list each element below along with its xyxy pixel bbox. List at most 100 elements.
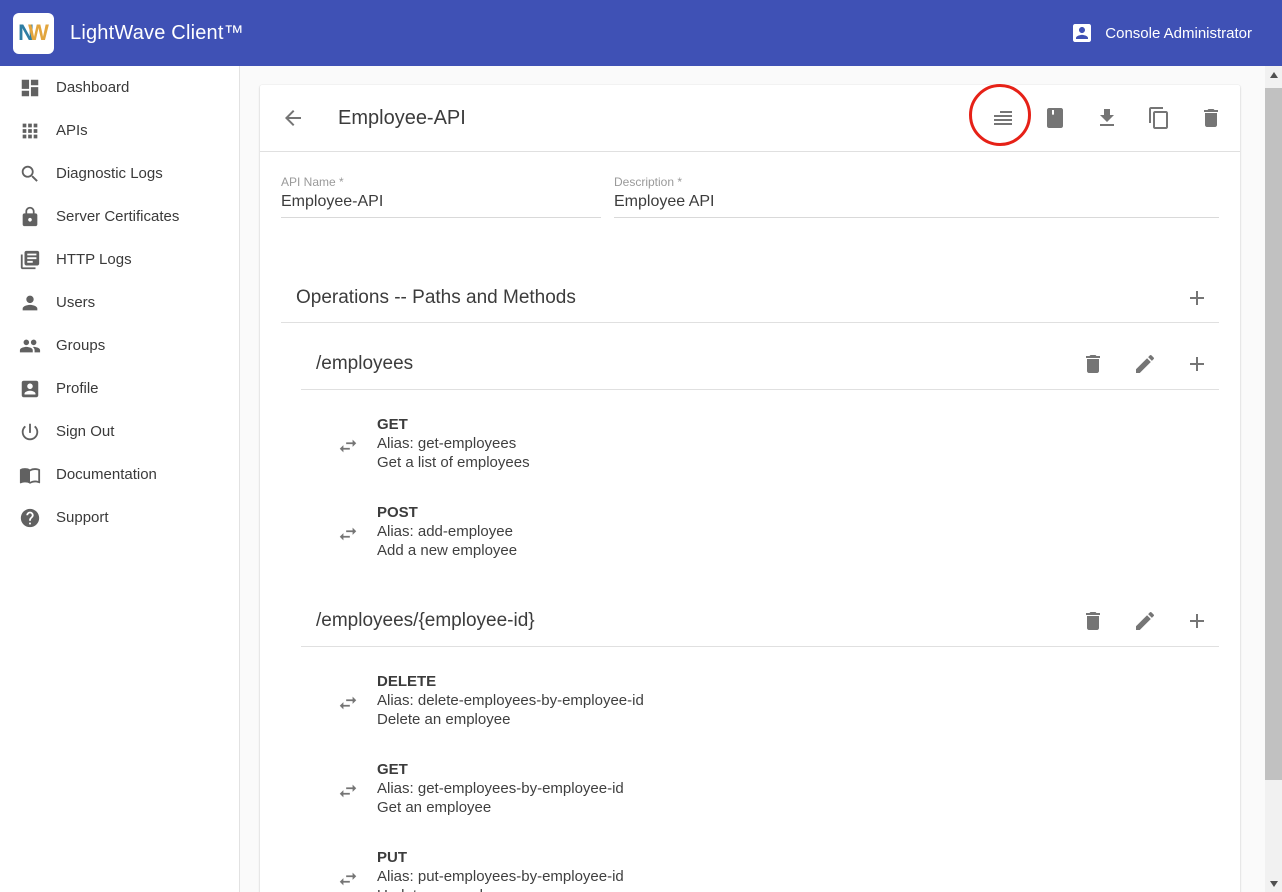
delete-icon (1081, 352, 1105, 376)
sidebar-item-http-logs[interactable]: HTTP Logs (0, 238, 239, 281)
sidebar-item-documentation[interactable]: Documentation (0, 453, 239, 496)
sidebar-item-label: Users (56, 294, 95, 311)
swap-horiz-icon (337, 523, 359, 545)
apps-icon (19, 120, 41, 142)
edit-path-button[interactable] (1133, 609, 1157, 633)
sidebar-item-profile[interactable]: Profile (0, 367, 239, 410)
sidebar-item-sign-out[interactable]: Sign Out (0, 410, 239, 453)
api-detail-card: Employee-API (260, 85, 1240, 892)
sidebar-item-server-certificates[interactable]: Server Certificates (0, 195, 239, 238)
sidebar-item-groups[interactable]: Groups (0, 324, 239, 367)
add-operation-button[interactable] (1185, 352, 1209, 376)
operation-description: Update an employee (377, 886, 624, 892)
api-name-input[interactable] (281, 189, 601, 218)
sidebar-item-label: Server Certificates (56, 208, 179, 225)
path-section: /employees GET Alias: ge (301, 339, 1219, 560)
download-button[interactable] (1095, 106, 1119, 130)
sidebar-item-diagnostic-logs[interactable]: Diagnostic Logs (0, 152, 239, 195)
operation-method: DELETE (377, 672, 644, 691)
operation-item[interactable]: PUT Alias: put-employees-by-employee-id … (301, 848, 1219, 892)
copy-icon (1147, 106, 1171, 130)
sidebar-item-label: Profile (56, 380, 99, 397)
path-section: /employees/{employee-id} DELETE (301, 596, 1219, 892)
sidebar-item-label: Dashboard (56, 79, 129, 96)
add-icon (1185, 352, 1209, 376)
operation-alias: Alias: add-employee (377, 522, 517, 541)
operation-item[interactable]: POST Alias: add-employee Add a new emplo… (301, 503, 1219, 560)
add-operation-button[interactable] (1185, 609, 1209, 633)
user-label: Console Administrator (1105, 25, 1252, 42)
delete-icon (1199, 106, 1223, 130)
library-books-icon (19, 249, 41, 271)
api-title: Employee-API (338, 107, 466, 130)
person-icon (19, 292, 41, 314)
path-header: /employees (301, 339, 1219, 390)
delete-api-button[interactable] (1199, 106, 1223, 130)
sidebar-item-label: Support (56, 509, 109, 526)
sidebar-item-label: Documentation (56, 466, 157, 483)
api-form: API Name * Description * (260, 152, 1240, 218)
operation-item[interactable]: DELETE Alias: delete-employees-by-employ… (301, 672, 1219, 729)
edit-path-button[interactable] (1133, 352, 1157, 376)
user-menu[interactable]: Console Administrator (1070, 21, 1252, 45)
sidebar-item-support[interactable]: Support (0, 496, 239, 539)
lock-icon (19, 206, 41, 228)
path-text: /employees (316, 353, 413, 375)
add-icon (1185, 286, 1209, 310)
operation-description: Get an employee (377, 798, 624, 817)
description-field: Description * (614, 175, 1219, 218)
align-right-icon (991, 106, 1015, 130)
delete-path-button[interactable] (1081, 352, 1105, 376)
operation-alias: Alias: get-employees-by-employee-id (377, 779, 624, 798)
swap-horiz-icon (337, 692, 359, 714)
logo-letter-w: W (28, 20, 49, 46)
sidebar-item-label: Sign Out (56, 423, 114, 440)
swap-horiz-icon (337, 780, 359, 802)
people-icon (19, 335, 41, 357)
scroll-down-arrow[interactable] (1265, 875, 1282, 892)
edit-icon (1133, 609, 1157, 633)
sidebar-item-users[interactable]: Users (0, 281, 239, 324)
add-icon (1185, 609, 1209, 633)
delete-path-button[interactable] (1081, 609, 1105, 633)
operation-method: GET (377, 415, 530, 434)
operation-description: Delete an employee (377, 710, 644, 729)
scroll-up-arrow[interactable] (1265, 66, 1282, 83)
operation-alias: Alias: delete-employees-by-employee-id (377, 691, 644, 710)
api-name-field: API Name * (281, 175, 601, 218)
api-toolbar (991, 106, 1223, 130)
book-button[interactable] (1043, 106, 1067, 130)
operation-alias: Alias: put-employees-by-employee-id (377, 867, 624, 886)
operations-header: Operations -- Paths and Methods (281, 273, 1219, 323)
add-path-button[interactable] (1185, 286, 1209, 310)
main-content: Employee-API (240, 66, 1265, 892)
delete-icon (1081, 609, 1105, 633)
back-button[interactable] (281, 106, 305, 130)
account-box-icon (19, 378, 41, 400)
sidebar-item-apis[interactable]: APIs (0, 109, 239, 152)
operation-method: PUT (377, 848, 624, 867)
sidebar-item-label: APIs (56, 122, 88, 139)
operation-alias: Alias: get-employees (377, 434, 530, 453)
search-icon (19, 163, 41, 185)
edit-icon (1133, 352, 1157, 376)
description-input[interactable] (614, 189, 1219, 218)
copy-button[interactable] (1147, 106, 1171, 130)
sidebar-item-dashboard[interactable]: Dashboard (0, 66, 239, 109)
operations-heading: Operations -- Paths and Methods (296, 287, 576, 309)
align-right-button[interactable] (991, 106, 1015, 130)
operation-item[interactable]: GET Alias: get-employees-by-employee-id … (301, 760, 1219, 817)
download-icon (1095, 106, 1119, 130)
open-book-icon (19, 464, 41, 486)
operation-item[interactable]: GET Alias: get-employees Get a list of e… (301, 415, 1219, 472)
arrow-back-icon (281, 106, 305, 130)
app-bar: N W LightWave Client™ Console Administra… (0, 0, 1282, 66)
sidebar: Dashboard APIs Diagnostic Logs Server Ce… (0, 66, 240, 892)
api-name-label: API Name * (281, 175, 601, 189)
vertical-scrollbar[interactable] (1265, 66, 1282, 892)
swap-horiz-icon (337, 435, 359, 457)
path-text: /employees/{employee-id} (316, 610, 535, 632)
sidebar-item-label: HTTP Logs (56, 251, 132, 268)
api-detail-header: Employee-API (260, 85, 1240, 152)
scrollbar-thumb[interactable] (1265, 88, 1282, 780)
